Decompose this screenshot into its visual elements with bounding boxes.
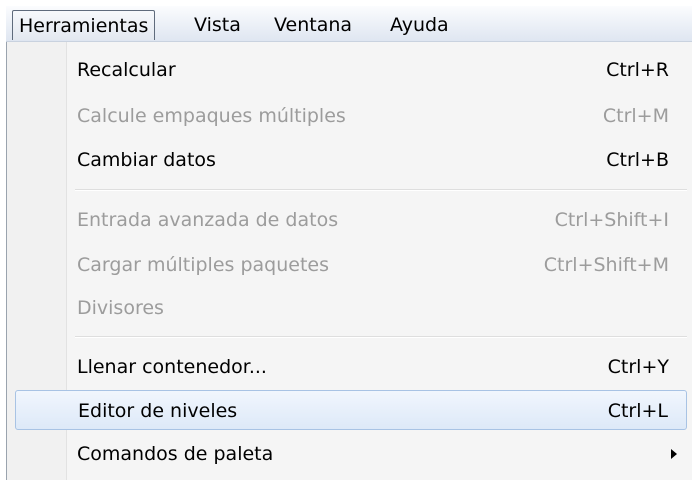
herramientas-dropdown: Recalcular Ctrl+R Calcule empaques múlti… xyxy=(6,42,692,480)
menu-item-entrada-avanzada-de-datos: Entrada avanzada de datos Ctrl+Shift+I xyxy=(15,200,687,240)
menu-item-llenar-contenedor[interactable]: Llenar contenedor... Ctrl+Y xyxy=(15,347,687,387)
menu-ayuda[interactable]: Ayuda xyxy=(384,10,455,40)
menu-item-shortcut: Ctrl+M xyxy=(602,105,669,127)
menu-item-divisores: Divisores xyxy=(15,288,687,328)
menu-item-recalcular[interactable]: Recalcular Ctrl+R xyxy=(15,50,687,90)
menu-herramientas[interactable]: Herramientas xyxy=(12,10,156,40)
menu-item-shortcut: Ctrl+R xyxy=(606,59,669,81)
menu-item-editor-de-niveles[interactable]: Editor de niveles Ctrl+L xyxy=(15,390,687,430)
menu-item-shortcut: Ctrl+Y xyxy=(607,356,669,378)
menu-item-shortcut: Ctrl+Shift+I xyxy=(554,209,669,231)
menu-item-label: Cargar múltiples paquetes xyxy=(77,254,330,276)
menu-item-label: Entrada avanzada de datos xyxy=(77,209,339,231)
menu-separator xyxy=(75,189,687,191)
menu-item-cargar-multiples-paquetes: Cargar múltiples paquetes Ctrl+Shift+M xyxy=(15,245,687,285)
submenu-arrow-icon xyxy=(671,449,677,459)
menu-vista[interactable]: Vista xyxy=(188,10,247,40)
menu-item-shortcut: Ctrl+L xyxy=(607,400,668,422)
menu-item-label: Recalcular xyxy=(77,59,176,81)
menu-item-label: Cambiar datos xyxy=(77,149,216,171)
menu-separator xyxy=(75,336,687,338)
menu-ventana[interactable]: Ventana xyxy=(268,10,358,40)
menu-item-label: Calcule empaques múltiples xyxy=(77,105,346,127)
menu-bar: Herramientas Vista Ventana Ayuda xyxy=(6,6,692,42)
menu-item-label: Comandos de paleta xyxy=(77,443,274,465)
menu-item-comandos-de-paleta[interactable]: Comandos de paleta xyxy=(15,434,687,474)
menu-item-shortcut: Ctrl+B xyxy=(606,149,669,171)
menu-item-label: Llenar contenedor... xyxy=(77,356,267,378)
menu-item-shortcut: Ctrl+Shift+M xyxy=(543,254,669,276)
menu-item-cambiar-datos[interactable]: Cambiar datos Ctrl+B xyxy=(15,140,687,180)
menu-item-label: Editor de niveles xyxy=(78,400,238,422)
menu-item-label: Divisores xyxy=(77,297,164,319)
menu-item-calcule-empaques-multiples: Calcule empaques múltiples Ctrl+M xyxy=(15,96,687,136)
